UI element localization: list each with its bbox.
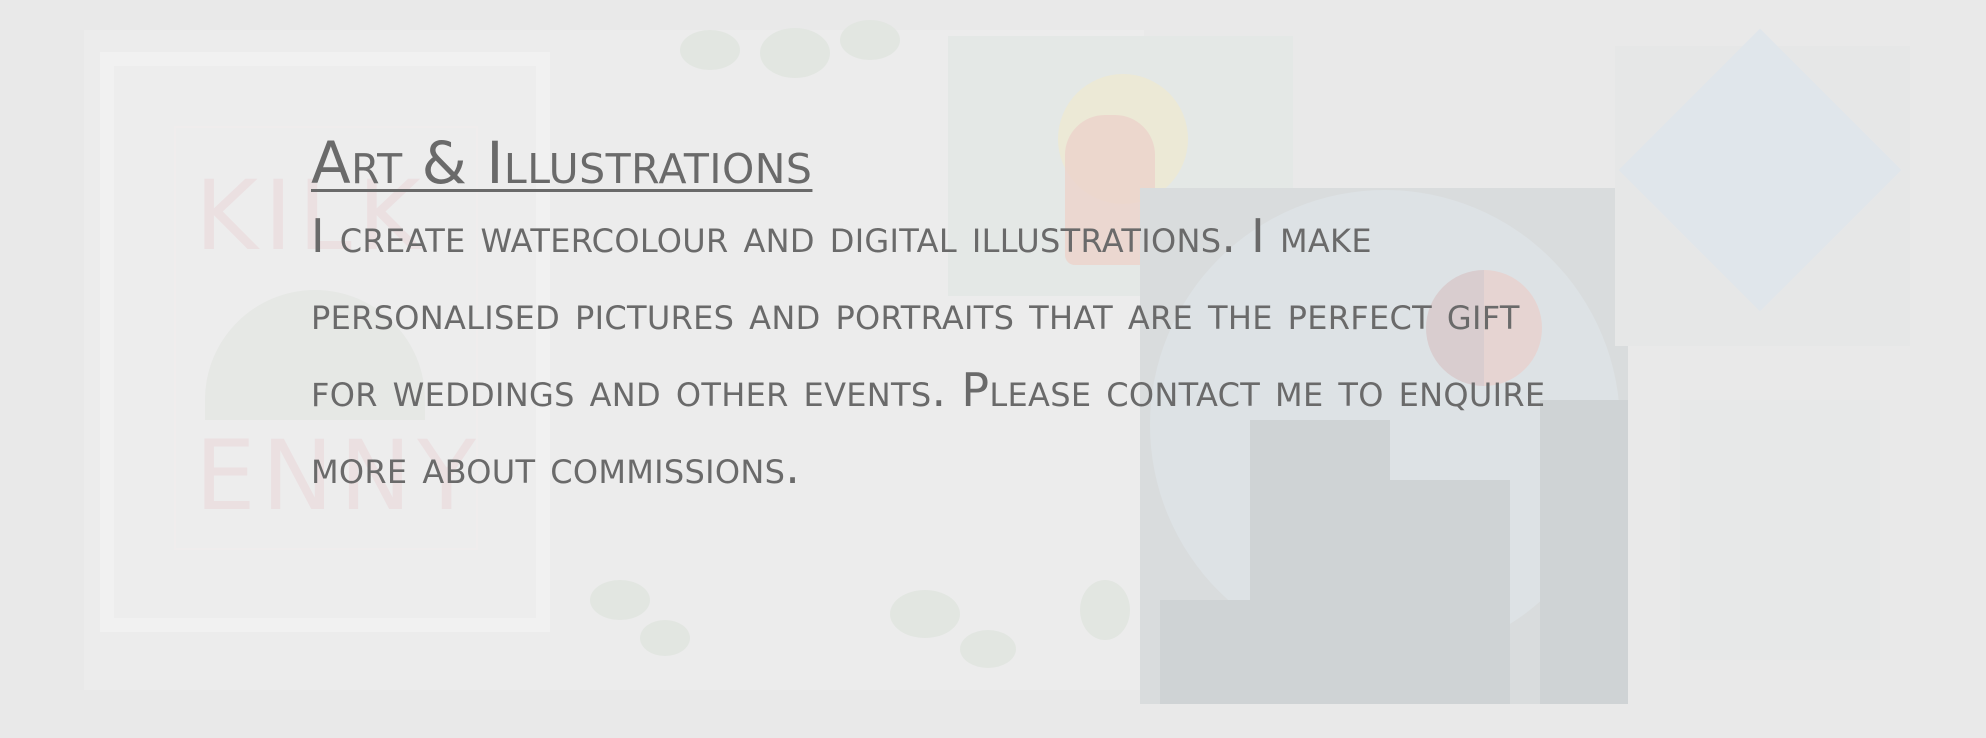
eucalyptus-leaf: [840, 20, 900, 60]
art-illustrations-banner: KILK ENNY Art & Illustrations I create w…: [0, 0, 1986, 738]
eucalyptus-leaf: [680, 30, 740, 70]
eucalyptus-leaf: [1080, 580, 1130, 640]
section-heading: Art & Illustrations: [311, 129, 813, 197]
eucalyptus-leaf: [890, 590, 960, 638]
eucalyptus-leaf: [640, 620, 690, 656]
castle-tower: [1160, 600, 1250, 704]
secondary-illustration-card: [1680, 400, 1880, 660]
eucalyptus-leaf: [960, 630, 1016, 668]
section-content: Art & Illustrations I create watercolour…: [311, 128, 1571, 506]
section-description: I create watercolour and digital illustr…: [311, 209, 1546, 494]
eucalyptus-leaf: [590, 580, 650, 620]
eucalyptus-leaf: [760, 28, 830, 78]
castle-tower: [1390, 480, 1510, 704]
